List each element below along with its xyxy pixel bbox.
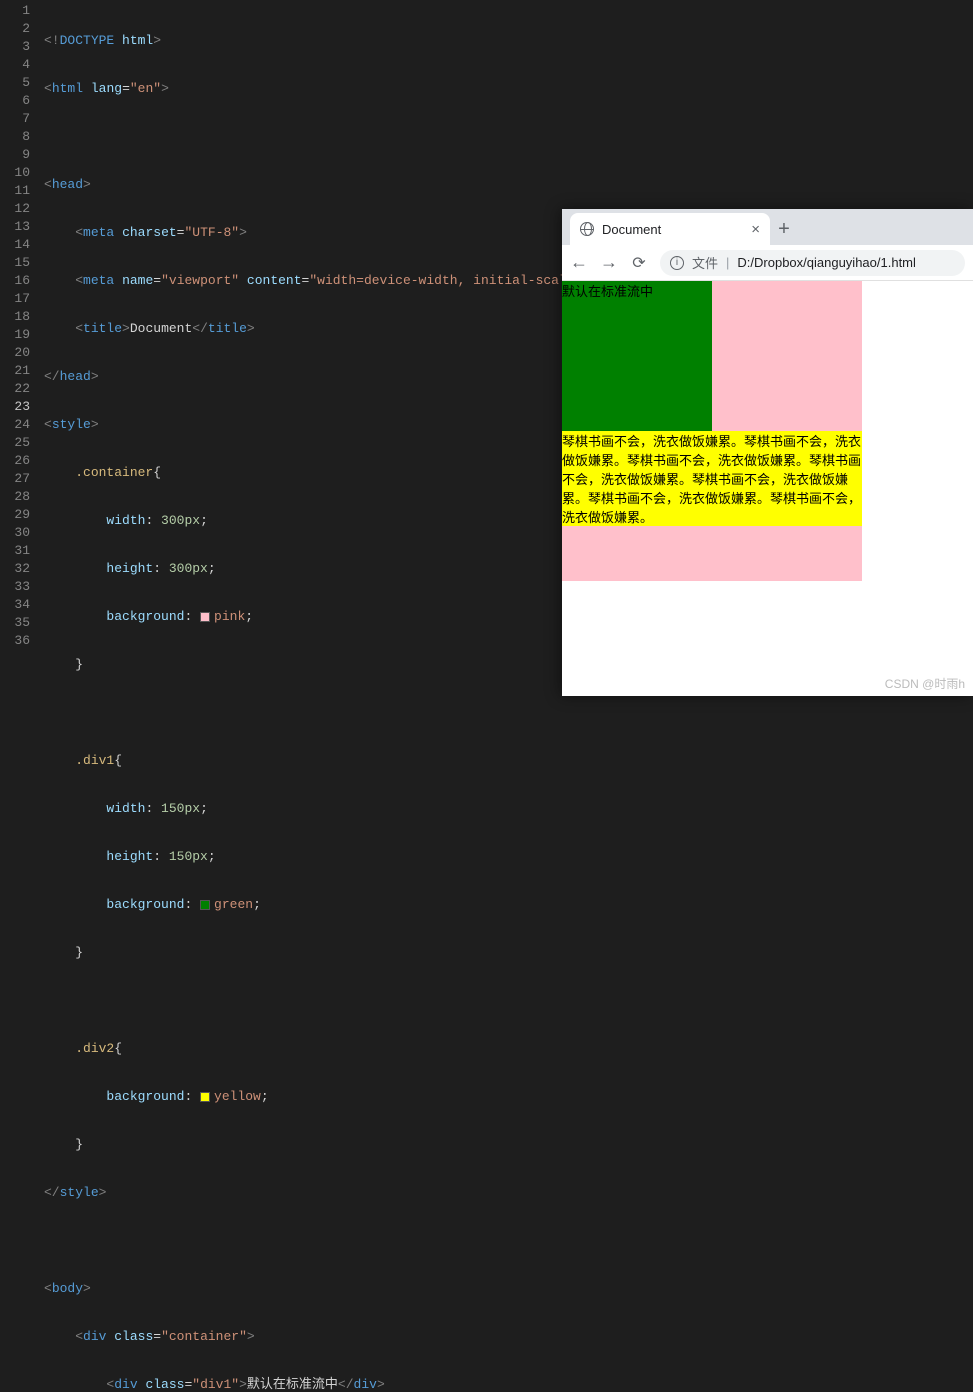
reload-button[interactable]: ⟳	[630, 253, 648, 273]
url-path: D:/Dropbox/qianguyihao/1.html	[737, 255, 916, 270]
page-viewport: 默认在标准流中 琴棋书画不会，洗衣做饭嫌累。琴棋书画不会，洗衣做饭嫌累。琴棋书画…	[562, 281, 973, 696]
color-swatch-green	[200, 900, 210, 910]
preview-container: 默认在标准流中 琴棋书画不会，洗衣做饭嫌累。琴棋书画不会，洗衣做饭嫌累。琴棋书画…	[562, 281, 862, 581]
url-scheme: 文件	[692, 253, 718, 272]
url-separator: |	[726, 255, 729, 270]
globe-icon	[580, 222, 594, 236]
browser-tab[interactable]: Document ×	[570, 213, 770, 245]
close-icon[interactable]: ×	[751, 222, 760, 237]
back-button[interactable]: ←	[570, 252, 588, 273]
watermark-text: CSDN @时雨h	[885, 675, 965, 692]
preview-div2: 琴棋书画不会，洗衣做饭嫌累。琴棋书画不会，洗衣做饭嫌累。琴棋书画不会，洗衣做饭嫌…	[562, 431, 862, 526]
code-text: <!DOCTYPE html>	[44, 33, 161, 48]
tab-strip: Document × +	[562, 209, 973, 245]
line-number-gutter: 1234567891011121314151617181920212223242…	[0, 0, 44, 696]
color-swatch-pink	[200, 612, 210, 622]
new-tab-button[interactable]: +	[770, 213, 798, 245]
tab-title: Document	[602, 222, 743, 237]
address-bar[interactable]: i 文件 | D:/Dropbox/qianguyihao/1.html	[660, 250, 965, 276]
info-icon[interactable]: i	[670, 256, 684, 270]
browser-window: Document × + ← → ⟳ i 文件 | D:/Dropbox/qia…	[562, 209, 973, 696]
forward-button[interactable]: →	[600, 252, 618, 273]
browser-toolbar: ← → ⟳ i 文件 | D:/Dropbox/qianguyihao/1.ht…	[562, 245, 973, 281]
preview-div1: 默认在标准流中	[562, 281, 712, 431]
color-swatch-yellow	[200, 1092, 210, 1102]
